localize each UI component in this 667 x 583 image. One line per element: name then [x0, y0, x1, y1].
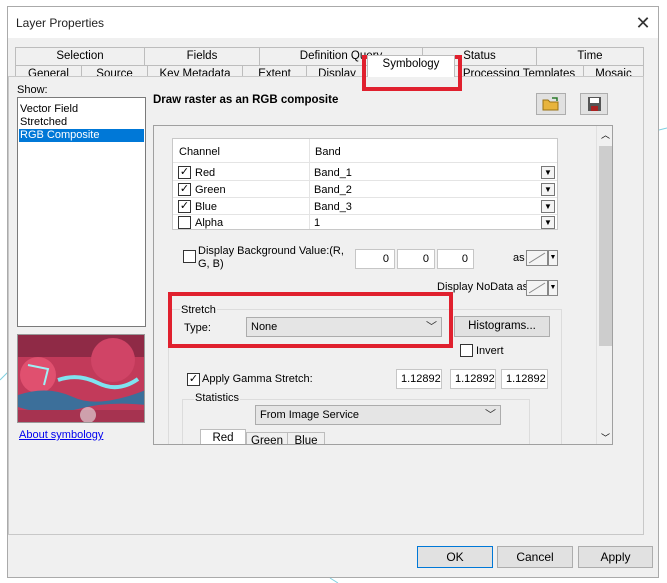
- invert-label: Invert: [476, 345, 504, 357]
- close-icon[interactable]: ✕: [630, 10, 656, 36]
- checkbox-blue[interactable]: ✓: [178, 200, 191, 213]
- apply-gamma-checkbox[interactable]: ✓: [187, 373, 200, 386]
- nodata-color-swatch[interactable]: [526, 280, 548, 296]
- open-folder-icon[interactable]: [536, 93, 566, 115]
- stats-tab-red[interactable]: Red: [200, 429, 246, 444]
- renderer-heading: Draw raster as an RGB composite: [153, 94, 339, 106]
- nodata-color-dropdown-icon[interactable]: ▼: [548, 280, 558, 296]
- vertical-scrollbar[interactable]: ︿ ﹀: [596, 126, 612, 444]
- stretch-type-value: None: [251, 321, 278, 333]
- tab-time[interactable]: Time: [536, 47, 644, 65]
- channel-alpha-label: Alpha: [195, 217, 224, 229]
- window-title: Layer Properties: [16, 16, 105, 30]
- checkbox-red[interactable]: ✓: [178, 166, 191, 179]
- band-green-dropdown[interactable]: ▼: [541, 183, 555, 196]
- invert-checkbox[interactable]: [460, 344, 473, 357]
- channel-green-label: Green: [195, 184, 226, 196]
- list-item[interactable]: Stretched: [19, 116, 144, 129]
- about-symbology-link[interactable]: About symbology: [19, 429, 103, 441]
- list-item[interactable]: Vector Field: [19, 103, 144, 116]
- statistics-source-select[interactable]: From Image Service ﹀: [255, 405, 501, 425]
- show-label: Show:: [17, 84, 48, 96]
- stretch-group-label: Stretch: [180, 304, 217, 316]
- apply-button[interactable]: Apply: [578, 546, 653, 568]
- tab-symbology[interactable]: Symbology: [367, 55, 455, 77]
- checkbox-green[interactable]: ✓: [178, 183, 191, 196]
- band-red-value: Band_1: [314, 167, 352, 179]
- band-alpha-value: 1: [314, 217, 321, 229]
- scroll-down-icon[interactable]: ﹀: [601, 431, 610, 444]
- band-blue-value: Band_3: [314, 201, 352, 213]
- background-color-swatch[interactable]: [526, 250, 548, 266]
- band-green-value: Band_2: [314, 184, 352, 196]
- title-bar: Layer Properties ✕: [8, 7, 658, 38]
- gamma-red-input[interactable]: 1.12892: [396, 369, 442, 389]
- stats-tab-green[interactable]: Green: [246, 432, 288, 444]
- save-icon[interactable]: [580, 93, 608, 115]
- channel-red-label: Red: [195, 167, 216, 179]
- gamma-green-input[interactable]: 1.12892: [450, 369, 496, 389]
- background-r-input[interactable]: 0: [355, 249, 395, 269]
- column-header-band: Band: [315, 146, 341, 158]
- histograms-button[interactable]: Histograms...: [454, 316, 550, 337]
- preview-image: [17, 334, 145, 423]
- band-alpha-dropdown[interactable]: ▼: [541, 216, 555, 229]
- gamma-blue-input[interactable]: 1.12892: [501, 369, 548, 389]
- statistics-group-label: Statistics: [194, 392, 241, 404]
- display-background-checkbox[interactable]: [183, 250, 196, 263]
- band-blue-dropdown[interactable]: ▼: [541, 200, 555, 213]
- statistics-source-value: From Image Service: [260, 409, 360, 421]
- band-red-dropdown[interactable]: ▼: [541, 166, 555, 179]
- tab-selection[interactable]: Selection: [15, 47, 145, 65]
- chevron-down-icon: ﹀: [426, 321, 437, 333]
- channel-band-grid: Channel Band ✓ Red Band_1 ▼ ✓ Green Band…: [172, 138, 558, 230]
- symbology-scroll-pane: ︿ ﹀ Channel Band ✓ Red Band_1 ▼ ✓ Green …: [153, 125, 613, 445]
- checkbox-alpha[interactable]: [178, 216, 191, 229]
- tab-fields[interactable]: Fields: [144, 47, 260, 65]
- scroll-up-icon[interactable]: ︿: [601, 128, 610, 141]
- stretch-type-select[interactable]: None ﹀: [246, 317, 442, 337]
- list-item-selected[interactable]: RGB Composite: [19, 129, 144, 142]
- column-header-channel: Channel: [179, 146, 220, 158]
- apply-gamma-label: Apply Gamma Stretch:: [202, 373, 313, 385]
- ok-button[interactable]: OK: [417, 546, 493, 568]
- chevron-down-icon: ﹀: [485, 409, 496, 421]
- background-b-input[interactable]: 0: [437, 249, 474, 269]
- channel-blue-label: Blue: [195, 201, 218, 213]
- background-color-dropdown-icon[interactable]: ▼: [548, 250, 558, 266]
- background-g-input[interactable]: 0: [397, 249, 435, 269]
- stretch-type-label: Type:: [184, 322, 211, 334]
- nodata-label: Display NoData as: [437, 281, 529, 293]
- renderer-list[interactable]: Vector Field Stretched RGB Composite: [17, 97, 146, 327]
- background-label-line2: G, B): [198, 258, 224, 270]
- scroll-thumb[interactable]: [599, 146, 612, 346]
- stats-tab-blue[interactable]: Blue: [287, 432, 325, 444]
- background-label-line1: Display Background Value:(R,: [198, 245, 344, 257]
- as-label: as: [513, 252, 525, 264]
- cancel-button[interactable]: Cancel: [497, 546, 573, 568]
